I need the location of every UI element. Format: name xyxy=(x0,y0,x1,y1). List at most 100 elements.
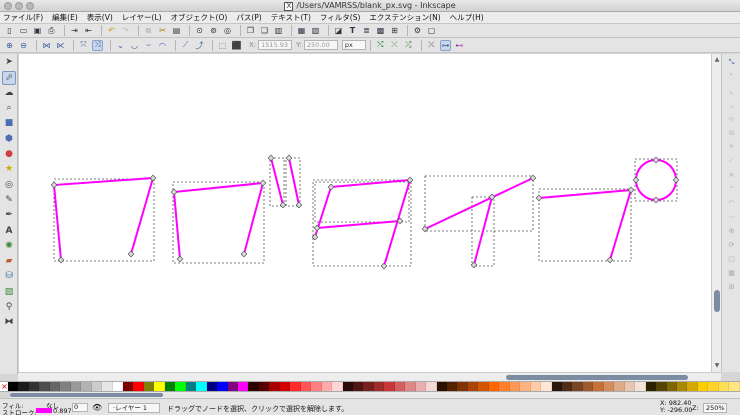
menu-help[interactable]: ヘルプ(H) xyxy=(450,12,484,23)
export-icon[interactable]: ⇤ xyxy=(83,25,94,36)
node-handle[interactable] xyxy=(470,261,478,269)
palette-swatch[interactable] xyxy=(164,382,176,391)
show-path-outline-icon[interactable]: ⊷ xyxy=(454,40,465,51)
zoom-drawing-icon[interactable]: ⊚ xyxy=(208,25,219,36)
horizontal-scrollbar[interactable] xyxy=(18,372,721,381)
stroke-width-value[interactable]: 0.897 xyxy=(53,407,72,415)
palette-swatch[interactable] xyxy=(248,382,259,391)
color-palette[interactable]: × xyxy=(0,381,740,392)
node-handle[interactable] xyxy=(240,250,248,258)
palette-swatch[interactable] xyxy=(562,382,573,391)
zoom-page-icon[interactable]: ◎ xyxy=(222,25,233,36)
layer-visibility-eye-icon[interactable]: 👁 xyxy=(92,403,102,412)
menu-file[interactable]: ファイル(F) xyxy=(3,12,43,23)
opacity-spinbox[interactable]: 0 xyxy=(72,403,88,412)
join-nodes-icon[interactable]: ⋈ xyxy=(41,40,52,51)
palette-swatch[interactable] xyxy=(154,382,165,391)
node-handle[interactable] xyxy=(149,174,157,182)
palette-swatch[interactable] xyxy=(697,382,709,391)
node-handle[interactable] xyxy=(267,154,275,162)
insert-node-icon[interactable]: ⊕ xyxy=(4,40,15,51)
zoom-tool-icon[interactable]: ⌕ xyxy=(2,101,16,115)
snap-midpoint-icon[interactable]: ⋯ xyxy=(725,211,738,222)
path-effect-icon[interactable]: ⤭ xyxy=(375,40,386,51)
palette-swatch[interactable] xyxy=(217,382,228,391)
palette-swatch[interactable] xyxy=(227,382,238,391)
palette-swatch[interactable] xyxy=(342,382,353,391)
node-handle[interactable] xyxy=(285,154,293,162)
canvas-drawing[interactable] xyxy=(19,54,712,372)
snap-bbox-center-icon[interactable]: ⊙ xyxy=(725,127,738,138)
xml-editor-icon[interactable]: ▩ xyxy=(375,25,386,36)
palette-swatch[interactable] xyxy=(614,382,625,391)
palette-swatch[interactable] xyxy=(39,382,50,391)
palette-swatch[interactable] xyxy=(520,382,531,391)
palette-swatch[interactable] xyxy=(81,382,92,391)
node-smooth-icon[interactable]: ◡ xyxy=(129,40,140,51)
drawing-canvas[interactable] xyxy=(18,54,711,372)
current-layer-select[interactable]: ·レイヤー 1 xyxy=(108,403,160,413)
preferences-icon[interactable]: ⚙ xyxy=(412,25,423,36)
palette-swatch[interactable] xyxy=(394,382,406,391)
unlink-clone-icon[interactable]: ▥ xyxy=(273,25,284,36)
node-handle[interactable] xyxy=(606,256,614,264)
ellipse-tool-icon[interactable]: ● xyxy=(2,147,16,161)
snap-toggle-icon[interactable]: ⤡ xyxy=(725,57,738,68)
node-handle[interactable] xyxy=(57,256,65,264)
spiral-tool-icon[interactable]: ◎ xyxy=(2,178,16,192)
new-document-icon[interactable]: ▯ xyxy=(4,25,15,36)
palette-swatch[interactable] xyxy=(196,382,207,391)
fill-stroke-icon[interactable]: ◪ xyxy=(333,25,344,36)
palette-swatch[interactable] xyxy=(321,382,333,391)
snap-guide-icon[interactable]: ⊞ xyxy=(725,281,738,292)
palette-swatch[interactable] xyxy=(311,382,322,391)
palette-swatch[interactable] xyxy=(624,382,636,391)
palette-swatch[interactable] xyxy=(530,382,542,391)
pen-tool-icon[interactable]: ✒ xyxy=(2,208,16,222)
node-symmetric-icon[interactable]: ⌣ xyxy=(143,40,154,51)
palette-swatch[interactable] xyxy=(70,382,82,391)
palette-swatch[interactable] xyxy=(49,382,61,391)
snap-bbox-edge-icon[interactable]: ⌞ xyxy=(725,85,738,96)
palette-swatch[interactable] xyxy=(185,382,197,391)
palette-swatch[interactable] xyxy=(405,382,416,391)
palette-swatch[interactable] xyxy=(290,382,301,391)
palette-swatch[interactable] xyxy=(279,382,291,391)
palette-swatch[interactable] xyxy=(18,382,29,391)
palette-swatch[interactable] xyxy=(541,382,552,391)
dropper-tool-icon[interactable]: ⚲ xyxy=(2,300,16,314)
y-coordinate-input[interactable]: 250.00 xyxy=(303,40,338,50)
node-handle[interactable] xyxy=(259,179,267,187)
palette-swatch[interactable] xyxy=(729,382,740,391)
palette-swatch[interactable] xyxy=(718,382,730,391)
stroke-to-path-icon[interactable]: ⬛ xyxy=(231,40,242,51)
palette-swatch[interactable] xyxy=(509,382,521,391)
snap-grid-icon[interactable]: ▦ xyxy=(725,267,738,278)
node-handle[interactable] xyxy=(535,194,543,202)
snap-center-icon[interactable]: ⊕ xyxy=(725,225,738,236)
palette-swatch[interactable] xyxy=(112,382,123,391)
menu-object[interactable]: オブジェクト(O) xyxy=(171,12,228,23)
palette-swatch[interactable] xyxy=(363,382,374,391)
palette-swatch[interactable] xyxy=(206,382,218,391)
clone-icon[interactable]: ❏ xyxy=(259,25,270,36)
palette-swatch[interactable] xyxy=(373,382,385,391)
ungroup-icon[interactable]: ▧ xyxy=(310,25,321,36)
segment-line-icon[interactable]: ⟋ xyxy=(180,40,191,51)
gradient-tool-icon[interactable]: ▨ xyxy=(2,285,16,299)
palette-swatch[interactable] xyxy=(175,382,186,391)
node-auto-icon[interactable]: ◠ xyxy=(157,40,168,51)
node-handle[interactable] xyxy=(127,250,135,258)
node-handle[interactable] xyxy=(632,176,640,184)
palette-swatch[interactable] xyxy=(332,382,343,391)
cut-icon[interactable]: ✂ xyxy=(157,25,168,36)
snap-paths-icon[interactable]: ⟋ xyxy=(725,155,738,166)
palette-swatch[interactable] xyxy=(122,382,134,391)
menu-filters[interactable]: フィルタ(S) xyxy=(320,12,360,23)
palette-scroll-thumb[interactable] xyxy=(10,393,163,397)
star-tool-icon[interactable]: ★ xyxy=(2,162,16,176)
snap-page-icon[interactable]: ▢ xyxy=(725,253,738,264)
palette-swatch[interactable] xyxy=(60,382,71,391)
object-to-path-icon[interactable]: ⬚ xyxy=(217,40,228,51)
spray-tool-icon[interactable]: ✺ xyxy=(2,239,16,253)
